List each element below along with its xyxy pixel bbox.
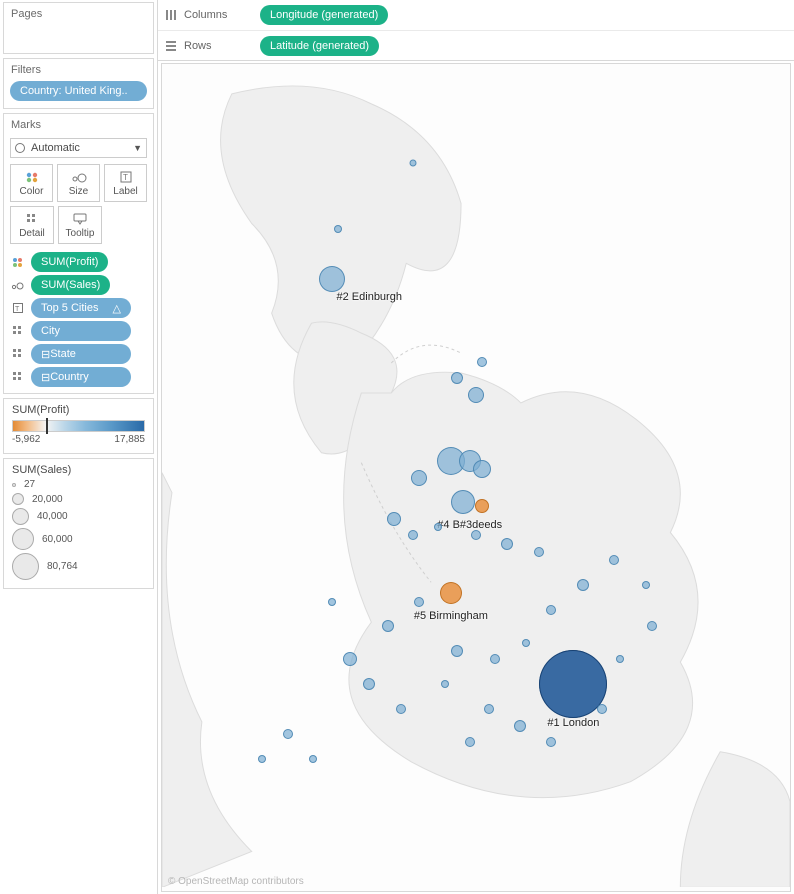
bubble-city[interactable]	[468, 387, 484, 403]
map-attribution: © OpenStreetMap contributors	[168, 876, 304, 887]
label-birmingham: #5 Birmingham	[414, 610, 488, 622]
bubble-city[interactable]	[441, 680, 449, 688]
profit-min: -5,962	[12, 434, 40, 445]
top5-pill: Top 5 Cities △	[31, 298, 131, 318]
size-icon	[10, 280, 26, 290]
label-edinburgh: #2 Edinburgh	[337, 291, 402, 303]
filter-pill-country[interactable]: Country: United King..	[10, 81, 147, 101]
bubble-city[interactable]	[597, 704, 607, 714]
mark-detail-city[interactable]: City	[10, 321, 147, 341]
profit-legend[interactable]: SUM(Profit) -5,962 17,885	[3, 398, 154, 454]
bubble-bradford[interactable]	[475, 499, 489, 513]
detail-icon	[26, 211, 38, 227]
bubble-city[interactable]	[387, 512, 401, 526]
bubble-city[interactable]	[490, 654, 500, 664]
bubble-city[interactable]	[484, 704, 494, 714]
marks-header: Marks	[4, 114, 153, 134]
label-icon: T	[120, 169, 132, 185]
detail-icon	[10, 372, 26, 382]
bubble-city[interactable]	[609, 555, 619, 565]
marks-detail-button[interactable]: Detail	[10, 206, 54, 244]
bubble-city[interactable]	[363, 678, 375, 690]
bubble-city[interactable]	[408, 530, 418, 540]
bubble-city[interactable]	[414, 597, 424, 607]
bubble-city[interactable]	[451, 645, 463, 657]
columns-shelf[interactable]: Columns	[164, 9, 260, 21]
marks-type-select[interactable]: Automatic ▼	[10, 138, 147, 158]
mark-size-sales[interactable]: SUM(Sales)	[10, 275, 147, 295]
bubble-leeds[interactable]	[451, 490, 475, 514]
bubble-city[interactable]	[642, 581, 650, 589]
marks-tooltip-button[interactable]: Tooltip	[58, 206, 102, 244]
bubble-city[interactable]	[477, 357, 487, 367]
mark-detail-country[interactable]: ⊟ Country	[10, 367, 147, 387]
bubble-city[interactable]	[382, 620, 394, 632]
bubble-edinburgh[interactable]	[319, 266, 345, 292]
bubble-city[interactable]	[501, 538, 513, 550]
bubble-city[interactable]	[522, 639, 530, 647]
marks-shelf-list: SUM(Profit) SUM(Sales) T Top 5 Cities △ …	[4, 250, 153, 393]
bubble-city[interactable]	[328, 598, 336, 606]
chevron-down-icon: ▼	[133, 143, 142, 153]
bubble-city[interactable]	[465, 737, 475, 747]
circle-icon	[15, 143, 25, 153]
bubble-birmingham[interactable]	[440, 582, 462, 604]
bubble-city[interactable]	[534, 547, 544, 557]
bubble-city[interactable]	[283, 729, 293, 739]
bubble-city[interactable]	[451, 372, 463, 384]
color-icon	[10, 257, 26, 267]
profit-legend-title: SUM(Profit)	[12, 404, 145, 416]
svg-text:T: T	[15, 306, 20, 313]
bubble-city[interactable]	[411, 470, 427, 486]
tooltip-icon	[73, 211, 87, 227]
columns-pill-longitude[interactable]: Longitude (generated)	[260, 5, 388, 25]
bubble-city[interactable]	[343, 652, 357, 666]
bubble-city[interactable]	[473, 460, 491, 478]
bubble-city[interactable]	[396, 704, 406, 714]
sales-legend-title: SUM(Sales)	[12, 464, 145, 476]
size-icon	[71, 169, 87, 185]
warning-icon: △	[113, 302, 121, 315]
map-view[interactable]: #1 London #2 Edinburgh #5 Birmingham #4 …	[161, 63, 791, 892]
label-leeds: #4 B#3deeds	[437, 519, 502, 531]
bubble-city[interactable]	[410, 160, 417, 167]
rows-icon	[164, 40, 178, 52]
bubble-city[interactable]	[471, 530, 481, 540]
filters-shelf-header: Filters	[4, 59, 153, 79]
bubble-city[interactable]	[434, 523, 442, 531]
mark-color-profit[interactable]: SUM(Profit)	[10, 252, 147, 272]
detail-icon	[10, 349, 26, 359]
color-icon	[25, 169, 39, 185]
marks-color-button[interactable]: Color	[10, 164, 53, 202]
svg-text:T: T	[123, 173, 128, 182]
marks-type-label: Automatic	[31, 142, 80, 154]
marks-label-button[interactable]: T Label	[104, 164, 147, 202]
label-icon: T	[10, 303, 26, 313]
bubble-city[interactable]	[546, 737, 556, 747]
rows-pill-latitude[interactable]: Latitude (generated)	[260, 36, 379, 56]
marks-size-button[interactable]: Size	[57, 164, 100, 202]
color-gradient	[12, 420, 145, 432]
bubble-city[interactable]	[616, 655, 624, 663]
label-london: #1 London	[547, 717, 599, 729]
columns-icon	[164, 9, 178, 21]
bubble-city[interactable]	[258, 755, 266, 763]
bubble-city[interactable]	[309, 755, 317, 763]
sales-legend[interactable]: SUM(Sales) 27 20,000 40,000 60,000 80,76…	[3, 458, 154, 589]
bubble-city[interactable]	[514, 720, 526, 732]
mark-detail-state[interactable]: ⊟ State	[10, 344, 147, 364]
bubble-city[interactable]	[546, 605, 556, 615]
profit-max: 17,885	[114, 434, 145, 445]
rows-shelf[interactable]: Rows	[164, 40, 260, 52]
detail-icon	[10, 326, 26, 336]
bubble-city[interactable]	[577, 579, 589, 591]
mark-label-top5[interactable]: T Top 5 Cities △	[10, 298, 147, 318]
pages-shelf-header: Pages	[4, 3, 153, 23]
bubble-city[interactable]	[334, 225, 342, 233]
bubble-city[interactable]	[647, 621, 657, 631]
